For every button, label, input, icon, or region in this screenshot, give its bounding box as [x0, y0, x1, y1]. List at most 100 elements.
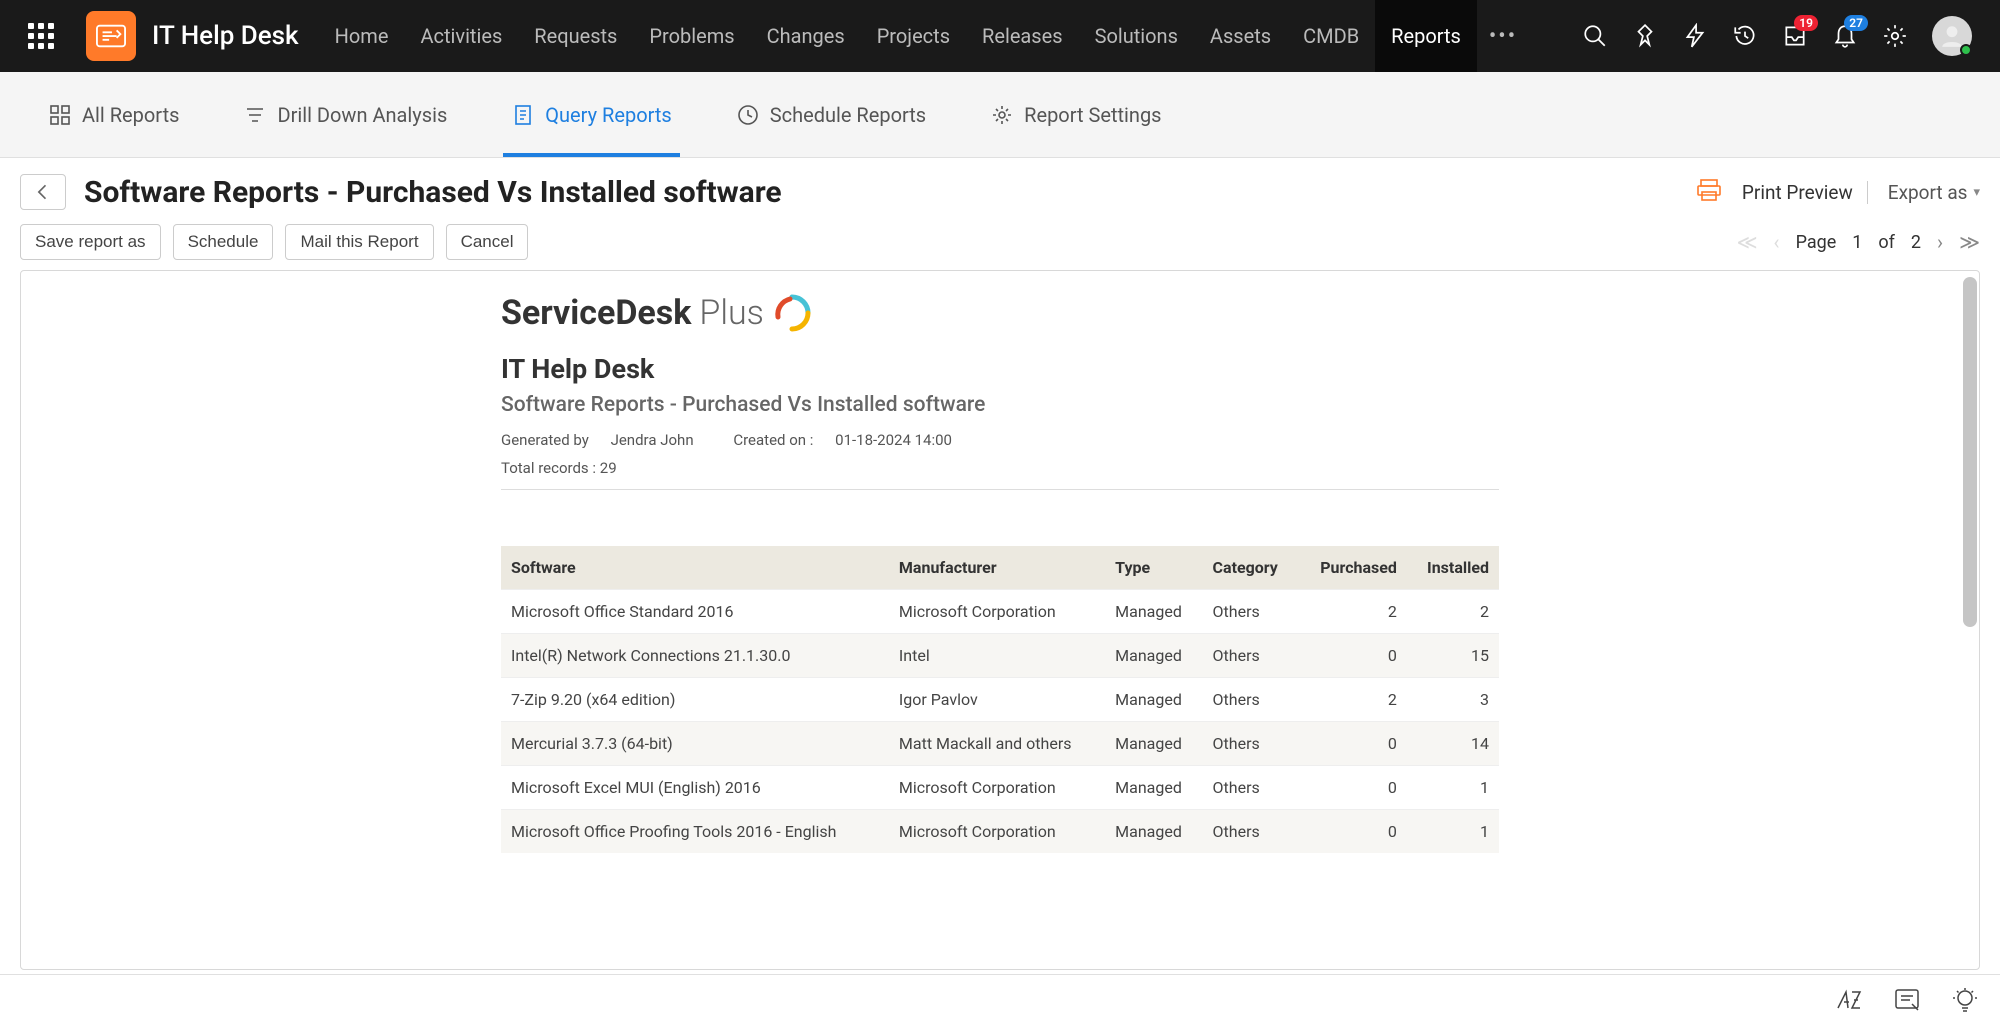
cell: 0 [1298, 722, 1407, 766]
cell: Igor Pavlov [889, 678, 1105, 722]
top-nav-activities[interactable]: Activities [404, 0, 518, 72]
table-row: Intel(R) Network Connections 21.1.30.0In… [501, 634, 1499, 678]
top-nav-assets[interactable]: Assets [1194, 0, 1287, 72]
top-nav-home[interactable]: Home [319, 0, 405, 72]
col-type: Type [1105, 546, 1202, 590]
pin-icon[interactable] [1632, 23, 1658, 49]
cell: Others [1203, 634, 1299, 678]
cell: Others [1203, 722, 1299, 766]
print-preview-icon[interactable] [1696, 179, 1722, 205]
pager-first-icon[interactable]: ≪ [1737, 230, 1758, 254]
export-as-dropdown[interactable]: Export as ▾ [1888, 181, 1980, 204]
cell: 0 [1298, 634, 1407, 678]
scrollbar-thumb[interactable] [1963, 277, 1977, 627]
scrollbar[interactable] [1963, 275, 1977, 965]
gear-icon[interactable] [1882, 23, 1908, 49]
cell: 2 [1407, 590, 1499, 634]
col-software: Software [501, 546, 889, 590]
pager-prev-icon[interactable]: ‹ [1774, 230, 1780, 254]
top-nav-more-icon[interactable]: ••• [1477, 24, 1529, 49]
top-nav-solutions[interactable]: Solutions [1079, 0, 1194, 72]
sub-tab-all-reports[interactable]: All Reports [40, 72, 187, 157]
inbox-icon[interactable]: 19 [1782, 23, 1808, 49]
footer-bar [0, 974, 2000, 1026]
top-nav-changes[interactable]: Changes [751, 0, 861, 72]
cell: Microsoft Office Proofing Tools 2016 - E… [501, 810, 889, 854]
cell: 2 [1298, 678, 1407, 722]
print-preview-link[interactable]: Print Preview [1742, 181, 1868, 204]
brand-strong: ServiceDesk [501, 293, 691, 333]
table-row: Microsoft Office Standard 2016Microsoft … [501, 590, 1499, 634]
pager-page-label: Page [1796, 232, 1837, 253]
generated-by-label: Generated by [501, 431, 589, 449]
pager-next-icon[interactable]: › [1937, 230, 1943, 254]
notes-icon[interactable] [1892, 986, 1922, 1016]
generated-by-value: Jendra John [611, 431, 694, 449]
table-row: Mercurial 3.7.3 (64-bit)Matt Mackall and… [501, 722, 1499, 766]
back-button[interactable] [20, 174, 66, 210]
pager-current: 1 [1852, 232, 1862, 253]
app-logo [86, 11, 136, 61]
report-meta: Generated by Jendra John Created on : 01… [501, 431, 1499, 449]
report-table: SoftwareManufacturerTypeCategoryPurchase… [501, 546, 1499, 853]
cell: Others [1203, 678, 1299, 722]
cell: 7-Zip 9.20 (x64 edition) [501, 678, 889, 722]
cell: 0 [1298, 810, 1407, 854]
sub-tab-schedule-reports[interactable]: Schedule Reports [728, 72, 934, 157]
cancel-button[interactable]: Cancel [446, 224, 529, 260]
mail-report-button[interactable]: Mail this Report [285, 224, 433, 260]
cell: Microsoft Office Standard 2016 [501, 590, 889, 634]
col-installed: Installed [1407, 546, 1499, 590]
export-as-label: Export as [1888, 181, 1968, 204]
cell: Managed [1105, 678, 1202, 722]
inbox-badge: 19 [1794, 15, 1818, 31]
search-icon[interactable] [1582, 23, 1608, 49]
cell: Intel [889, 634, 1105, 678]
history-icon[interactable] [1732, 23, 1758, 49]
cell: Managed [1105, 634, 1202, 678]
sub-tab-query-reports[interactable]: Query Reports [503, 72, 679, 157]
sub-tab-report-settings[interactable]: Report Settings [982, 72, 1169, 157]
schedule-button[interactable]: Schedule [173, 224, 274, 260]
pager-of-label: of [1878, 232, 1895, 253]
top-nav-cmdb[interactable]: CMDB [1287, 0, 1375, 72]
brand-light: Plus [699, 293, 763, 333]
total-records: Total records : 29 [501, 459, 1499, 490]
cell: Mercurial 3.7.3 (64-bit) [501, 722, 889, 766]
cell: Managed [1105, 766, 1202, 810]
cell: 1 [1407, 766, 1499, 810]
cell: Others [1203, 810, 1299, 854]
created-on-label: Created on : [733, 431, 813, 449]
avatar[interactable] [1932, 16, 1972, 56]
cell: 3 [1407, 678, 1499, 722]
app-launcher-icon[interactable] [28, 23, 54, 49]
save-report-as-button[interactable]: Save report as [20, 224, 161, 260]
app-title: IT Help Desk [152, 21, 299, 51]
pager-last-icon[interactable]: ≫ [1959, 230, 1980, 254]
zia-icon[interactable] [1834, 986, 1864, 1016]
top-nav-reports[interactable]: Reports [1375, 0, 1477, 72]
report-sub-tabs: All Reports Drill Down Analysis Query Repo… [0, 72, 2000, 158]
presence-dot [1960, 44, 1972, 56]
cell: Microsoft Corporation [889, 810, 1105, 854]
cell: Microsoft Corporation [889, 766, 1105, 810]
bell-icon[interactable]: 27 [1832, 23, 1858, 49]
cell: 15 [1407, 634, 1499, 678]
total-records-value: 29 [600, 459, 617, 477]
bolt-icon[interactable] [1682, 23, 1708, 49]
cell: Matt Mackall and others [889, 722, 1105, 766]
col-purchased: Purchased [1298, 546, 1407, 590]
top-nav-problems[interactable]: Problems [633, 0, 750, 72]
cell: Managed [1105, 590, 1202, 634]
sub-tab-drill-down-analysis[interactable]: Drill Down Analysis [235, 72, 455, 157]
top-nav-releases[interactable]: Releases [966, 0, 1079, 72]
top-right-tools: 19 27 [1582, 16, 1972, 56]
top-nav-projects[interactable]: Projects [861, 0, 966, 72]
cell: Microsoft Corporation [889, 590, 1105, 634]
report-frame: ServiceDesk Plus IT Help Desk Software R… [20, 270, 1980, 970]
bulb-icon[interactable] [1950, 986, 1980, 1016]
pager-total: 2 [1911, 232, 1921, 253]
top-nav-requests[interactable]: Requests [518, 0, 633, 72]
action-button-row: Save report as Schedule Mail this Report… [0, 214, 2000, 270]
cell: 1 [1407, 810, 1499, 854]
